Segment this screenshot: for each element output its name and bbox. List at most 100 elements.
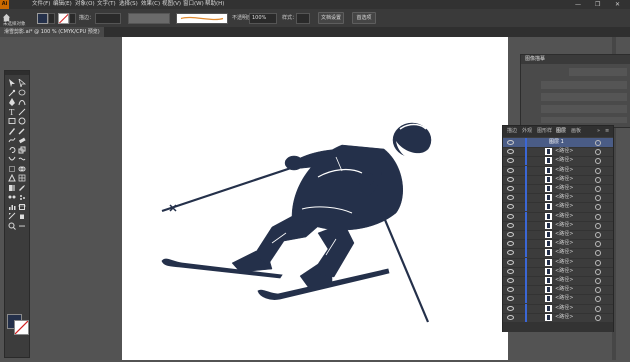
- menu-window[interactable]: 窗口(W): [183, 0, 204, 9]
- toolbar-grip[interactable]: [5, 71, 29, 75]
- gradient-icon[interactable]: [8, 184, 16, 192]
- visibility-eye-icon[interactable]: [507, 278, 514, 283]
- curvature-icon[interactable]: [18, 98, 26, 106]
- doc-setup-button[interactable]: 文档设置: [318, 12, 344, 24]
- fill-swatch[interactable]: [37, 13, 48, 24]
- visibility-eye-icon[interactable]: [507, 232, 514, 237]
- tab-stroke[interactable]: 描边: [507, 126, 517, 137]
- perspective-icon[interactable]: [8, 174, 16, 182]
- target-circle-icon[interactable]: [595, 250, 601, 257]
- width-tool-icon[interactable]: [8, 155, 16, 163]
- blend-icon[interactable]: [8, 193, 16, 201]
- lasso-icon[interactable]: [18, 89, 26, 97]
- target-circle-icon[interactable]: [595, 278, 601, 284]
- visibility-eye-icon[interactable]: [507, 176, 514, 182]
- menu-file[interactable]: 文件(F): [32, 0, 50, 9]
- pen-tool-icon[interactable]: [8, 98, 16, 106]
- target-circle-icon[interactable]: [595, 140, 601, 146]
- panel-menu-icon[interactable]: ≡: [605, 126, 609, 137]
- rectangle-tool-icon[interactable]: [8, 117, 16, 125]
- target-circle-icon[interactable]: [595, 241, 601, 248]
- mesh-icon[interactable]: [18, 174, 26, 182]
- tab-layers[interactable]: 图层: [556, 126, 566, 137]
- visibility-eye-icon[interactable]: [507, 314, 514, 320]
- menu-select[interactable]: 选择(S): [119, 0, 138, 9]
- tab-appearance[interactable]: 外观: [522, 126, 532, 137]
- target-circle-icon[interactable]: [595, 305, 601, 312]
- visibility-eye-icon[interactable]: [507, 149, 514, 155]
- visibility-eye-icon[interactable]: [507, 204, 514, 210]
- visibility-eye-icon[interactable]: [507, 259, 514, 265]
- target-circle-icon[interactable]: [595, 176, 601, 183]
- target-circle-icon[interactable]: [595, 167, 601, 174]
- variable-width-field[interactable]: [128, 13, 170, 24]
- visibility-eye-icon[interactable]: [507, 213, 514, 219]
- target-circle-icon[interactable]: [595, 149, 601, 156]
- target-circle-icon[interactable]: [595, 195, 601, 202]
- trace-mode-field[interactable]: [541, 105, 627, 113]
- target-circle-icon[interactable]: [595, 204, 601, 211]
- direct-selection-tool-icon[interactable]: [18, 79, 26, 87]
- stroke-swatch[interactable]: [58, 13, 69, 24]
- target-circle-icon[interactable]: [595, 158, 601, 165]
- shaper-icon[interactable]: [8, 136, 16, 144]
- double-arrow-icon[interactable]: »: [597, 126, 600, 137]
- opacity-field[interactable]: 100%: [249, 13, 277, 24]
- fill-dropdown[interactable]: [48, 13, 55, 24]
- visibility-eye-icon[interactable]: [507, 250, 514, 256]
- slice-icon[interactable]: [8, 212, 16, 220]
- symbol-sprayer-icon[interactable]: [18, 193, 26, 201]
- tab-artboards[interactable]: 画板: [571, 126, 581, 137]
- target-circle-icon[interactable]: [595, 213, 601, 220]
- menu-view[interactable]: 视图(V): [162, 0, 181, 9]
- document-tab[interactable]: 滑雪剪影.ai* @ 100 % (CMYK/CPU 预览): [0, 27, 104, 37]
- visibility-eye-icon[interactable]: [507, 268, 514, 274]
- visibility-eye-icon[interactable]: [507, 296, 514, 302]
- visibility-eye-icon[interactable]: [507, 222, 514, 228]
- more-tools-icon[interactable]: [18, 222, 26, 230]
- target-circle-icon[interactable]: [595, 268, 601, 275]
- menu-effect[interactable]: 效果(C): [141, 0, 160, 9]
- artboard-tool-icon[interactable]: [18, 203, 26, 211]
- visibility-eye-icon[interactable]: [507, 305, 514, 311]
- pencil-icon[interactable]: [18, 127, 26, 135]
- preferences-button[interactable]: 首选项: [352, 12, 376, 24]
- menu-object[interactable]: 对象(O): [75, 0, 95, 9]
- style-dropdown[interactable]: [296, 13, 310, 24]
- target-circle-icon[interactable]: [595, 222, 601, 229]
- visibility-eye-icon[interactable]: [507, 158, 514, 164]
- eyedropper-icon[interactable]: [18, 184, 26, 192]
- target-circle-icon[interactable]: [595, 186, 601, 192]
- target-circle-icon[interactable]: [595, 314, 601, 321]
- trace-preset-field[interactable]: [541, 81, 627, 89]
- eraser-icon[interactable]: [18, 136, 26, 144]
- shape-builder-icon[interactable]: [18, 165, 26, 173]
- visibility-eye-icon[interactable]: [507, 241, 514, 247]
- artboard[interactable]: [122, 37, 508, 360]
- rotate-icon[interactable]: [8, 146, 16, 154]
- scale-icon[interactable]: [18, 146, 26, 154]
- selection-tool-icon[interactable]: [8, 79, 16, 87]
- skier-artwork[interactable]: [122, 37, 508, 360]
- line-tool-icon[interactable]: [18, 108, 26, 116]
- graph-icon[interactable]: [8, 203, 16, 211]
- menu-type[interactable]: 文字(T): [97, 0, 116, 9]
- menu-edit[interactable]: 编辑(E): [53, 0, 72, 9]
- zoom-tool-icon[interactable]: [8, 222, 16, 230]
- visibility-eye-icon[interactable]: [507, 140, 514, 145]
- stroke-color-box[interactable]: [14, 320, 29, 335]
- trace-preset-icons[interactable]: [569, 68, 627, 76]
- target-circle-icon[interactable]: [595, 296, 601, 303]
- menu-help[interactable]: 帮助(H): [205, 0, 224, 9]
- free-transform-icon[interactable]: [8, 165, 16, 173]
- stroke-dropdown[interactable]: [69, 13, 76, 24]
- target-circle-icon[interactable]: [595, 287, 601, 294]
- stroke-weight-field[interactable]: [95, 13, 121, 24]
- maximize-icon[interactable]: ❐: [595, 0, 600, 9]
- minimize-icon[interactable]: —: [575, 0, 581, 9]
- close-icon[interactable]: ✕: [615, 0, 620, 9]
- trace-palette-field[interactable]: [541, 117, 627, 123]
- visibility-eye-icon[interactable]: [507, 287, 514, 293]
- type-tool-icon[interactable]: T: [8, 108, 16, 116]
- visibility-eye-icon[interactable]: [507, 167, 514, 173]
